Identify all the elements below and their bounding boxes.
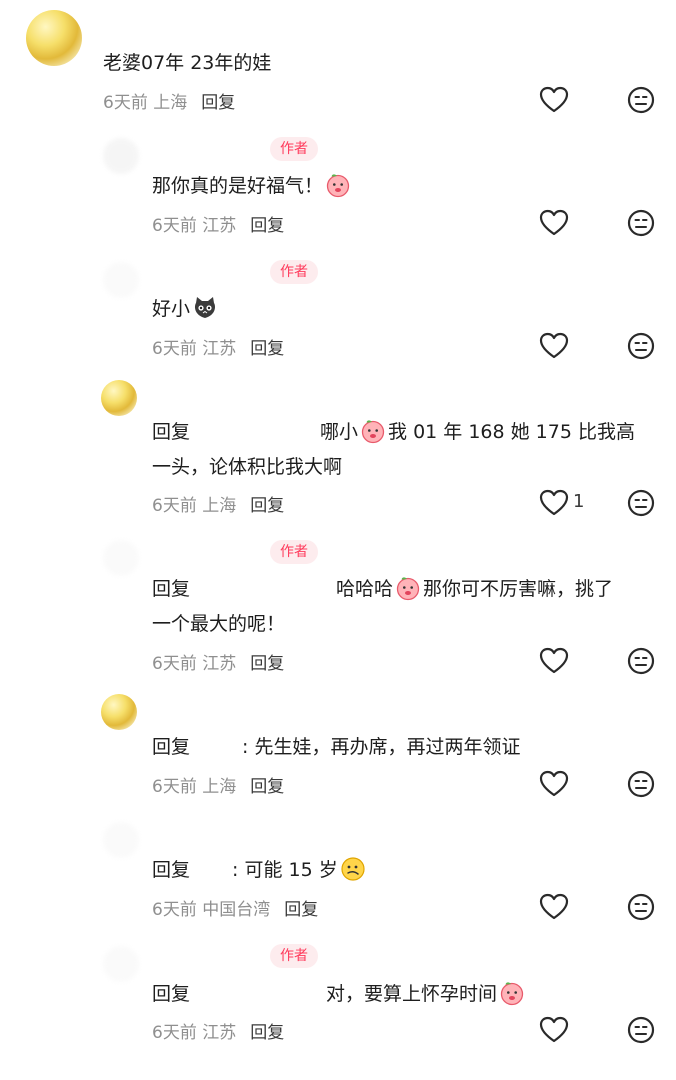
comment-text-body-2: 那你可不厉害嘛，挑了: [423, 578, 614, 600]
neutral-face-icon[interactable]: [627, 647, 655, 675]
comment-meta: 6天前 上海 回复: [152, 772, 284, 797]
comment-text: 好小: [152, 292, 220, 326]
heart-outline-icon[interactable]: [539, 893, 569, 921]
yellow-face-emoji-icon: [340, 856, 366, 882]
comment-text: 回复 哪小 我 01 年 168 她 175 比我高: [152, 415, 635, 449]
comment-text-body: 哈哈哈: [336, 578, 394, 600]
comment-time-location: 6天前 上海: [152, 777, 237, 797]
comment-meta: 6天前 上海 回复: [103, 88, 235, 113]
comment-time-location: 6天前 江苏: [152, 1023, 237, 1043]
comment-text: 回复: 先生娃，再办席，再过两年领证: [152, 730, 520, 764]
like-count: 1: [573, 491, 585, 512]
comment-meta: 6天前 江苏 回复: [152, 334, 284, 359]
redacted-username: [190, 575, 337, 604]
heart-outline-icon[interactable]: [539, 647, 569, 675]
comment-text: 老婆07年 23年的娃: [103, 52, 272, 74]
cat-emoji-icon: [192, 295, 218, 321]
comment-text-body: 对，要算上怀孕时间: [326, 983, 498, 1005]
avatar[interactable]: [103, 540, 139, 576]
comment-text-body-2: 我 01 年 168 她 175 比我高: [388, 421, 635, 443]
reply-prefix: 回复: [152, 421, 191, 443]
reply-prefix: 回复: [152, 578, 191, 600]
peach-emoji-icon: [395, 575, 421, 601]
neutral-face-icon[interactable]: [627, 770, 655, 798]
author-badge: 作者: [270, 944, 318, 968]
comment-text-body: 好小: [152, 298, 191, 320]
author-badge: 作者: [270, 137, 318, 161]
redacted-username: [190, 980, 327, 1009]
comment-time-location: 6天前 中国台湾: [152, 900, 271, 920]
reply-button[interactable]: 回复: [250, 654, 284, 674]
avatar[interactable]: [103, 262, 139, 298]
author-badge: 作者: [270, 260, 318, 284]
author-badge: 作者: [270, 540, 318, 564]
neutral-face-icon[interactable]: [627, 1016, 655, 1044]
neutral-face-icon[interactable]: [627, 209, 655, 237]
comment-meta: 6天前 江苏 回复: [152, 211, 284, 236]
comment-time-location: 6天前 江苏: [152, 654, 237, 674]
peach-emoji-icon: [360, 418, 386, 444]
comment-text-body: 那你真的是好福气！: [152, 175, 324, 197]
heart-outline-icon[interactable]: [539, 489, 569, 517]
neutral-face-icon[interactable]: [627, 332, 655, 360]
neutral-face-icon[interactable]: [627, 893, 655, 921]
avatar[interactable]: [103, 946, 139, 982]
peach-emoji-icon: [325, 172, 351, 198]
comment-time-location: 6天前 江苏: [152, 339, 237, 359]
reply-button[interactable]: 回复: [250, 496, 284, 516]
comment-time-location: 6天前 上海: [103, 93, 188, 113]
neutral-face-icon[interactable]: [627, 489, 655, 517]
avatar[interactable]: [103, 138, 139, 174]
comment-time-location: 6天前 江苏: [152, 216, 237, 236]
avatar[interactable]: [103, 822, 139, 858]
comment-meta: 6天前 江苏 回复: [152, 1018, 284, 1043]
heart-outline-icon[interactable]: [539, 770, 569, 798]
redacted-username: [190, 856, 233, 885]
reply-button[interactable]: 回复: [201, 93, 235, 113]
heart-outline-icon[interactable]: [539, 86, 569, 114]
comment-meta: 6天前 中国台湾 回复: [152, 895, 318, 920]
reply-prefix: 回复: [152, 859, 191, 881]
avatar[interactable]: [26, 10, 82, 66]
avatar[interactable]: [101, 694, 137, 730]
reply-button[interactable]: 回复: [284, 900, 318, 920]
heart-outline-icon[interactable]: [539, 209, 569, 237]
comment-text-body: 先生娃，再办席，再过两年领证: [254, 736, 521, 758]
heart-outline-icon[interactable]: [539, 1016, 569, 1044]
reply-prefix: 回复: [152, 983, 191, 1005]
comment-text-line2: 一个最大的呢！: [152, 613, 286, 635]
colon-separator: :: [242, 736, 255, 758]
reply-button[interactable]: 回复: [250, 1023, 284, 1043]
comment-text: 回复 哈哈哈 那你可不厉害嘛，挑了: [152, 572, 613, 606]
reply-prefix: 回复: [152, 736, 191, 758]
comment-meta: 6天前 上海 回复: [152, 491, 284, 516]
comment-text-line2: 一头，论体积比我大啊: [152, 456, 343, 478]
comment-text: 回复 对，要算上怀孕时间: [152, 977, 527, 1011]
colon-separator: :: [232, 859, 245, 881]
heart-outline-icon[interactable]: [539, 332, 569, 360]
reply-button[interactable]: 回复: [250, 216, 284, 236]
comment-text-body: 哪小: [320, 421, 359, 443]
comment-time-location: 6天前 上海: [152, 496, 237, 516]
comment-text-body: 可能 15 岁: [244, 859, 338, 881]
neutral-face-icon[interactable]: [627, 86, 655, 114]
peach-emoji-icon: [499, 980, 525, 1006]
avatar[interactable]: [101, 380, 137, 416]
reply-button[interactable]: 回复: [250, 777, 284, 797]
comment-text: 回复: 可能 15 岁: [152, 853, 368, 887]
redacted-username: [190, 733, 243, 762]
reply-button[interactable]: 回复: [250, 339, 284, 359]
comment-text: 那你真的是好福气！: [152, 169, 353, 203]
redacted-username: [190, 418, 321, 447]
comment-meta: 6天前 江苏 回复: [152, 649, 284, 674]
